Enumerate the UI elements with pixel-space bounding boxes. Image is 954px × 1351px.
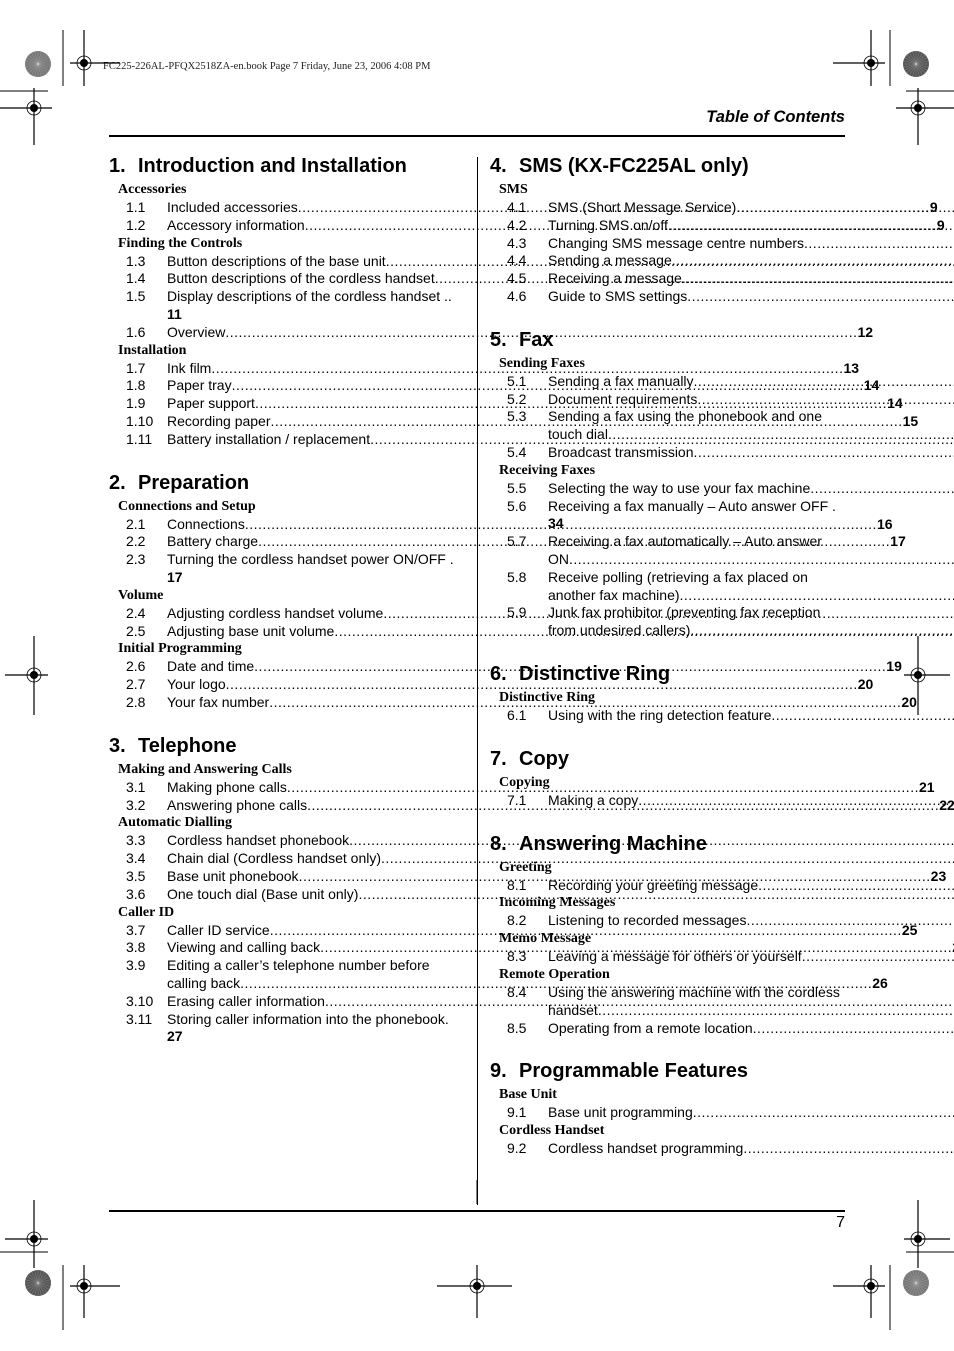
printer-registration-marks [0,30,954,1330]
